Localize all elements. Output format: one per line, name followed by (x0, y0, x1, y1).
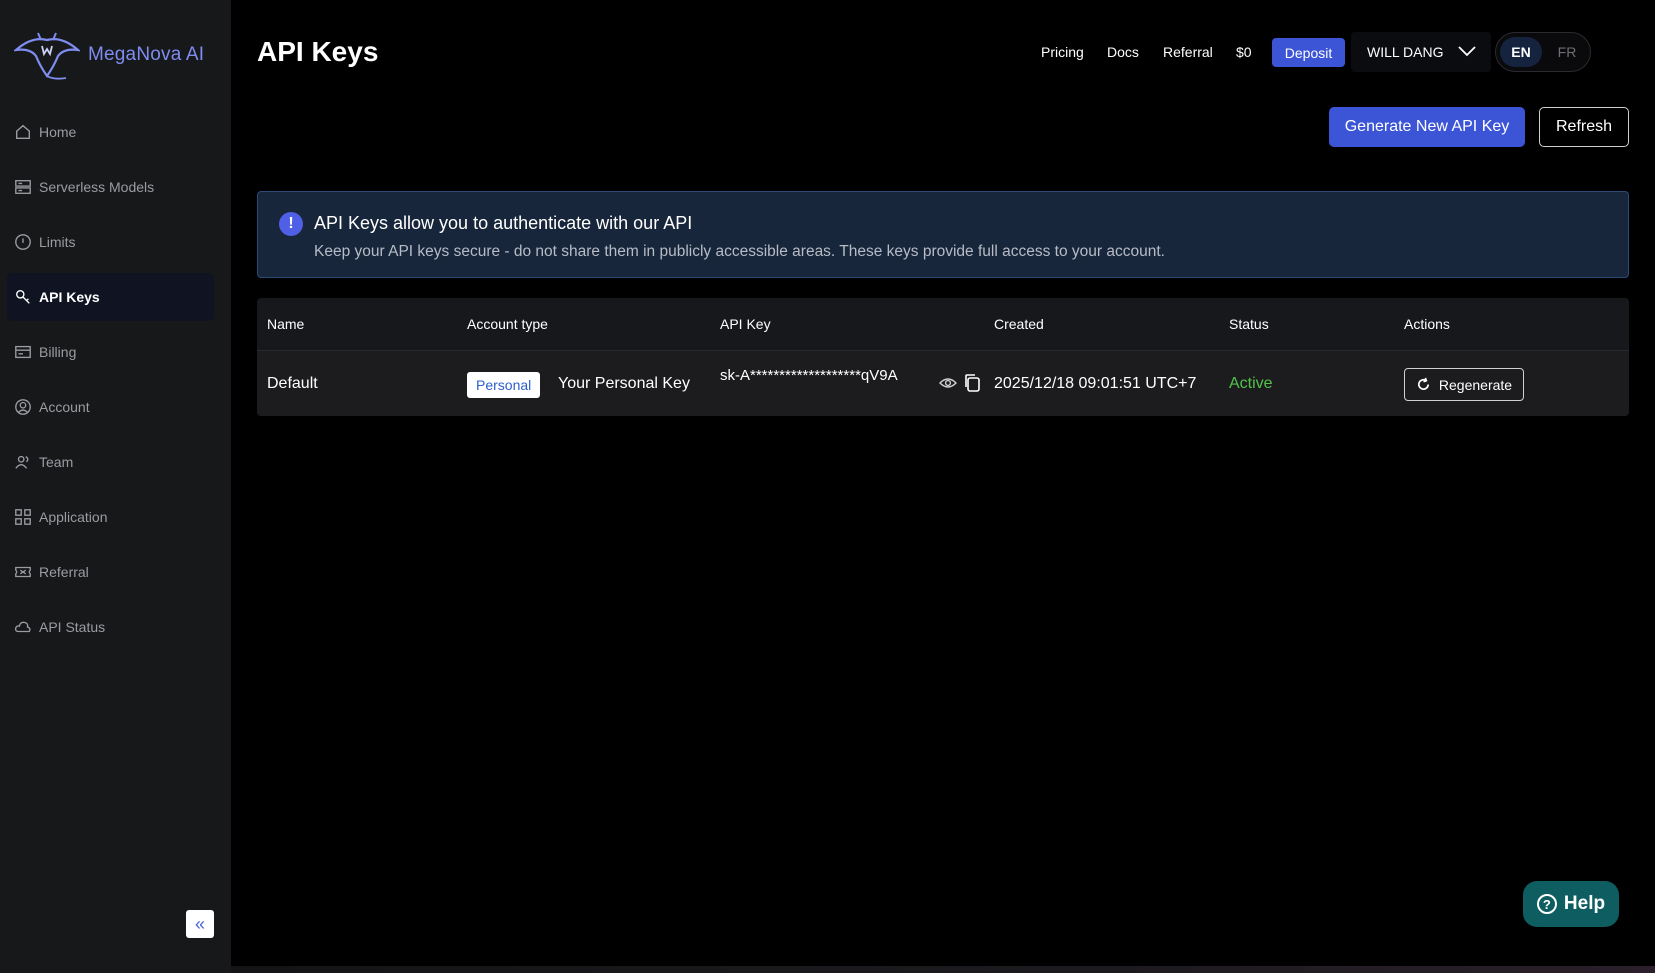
created-date: 2025/12/18 09:01:51 UTC+7 (994, 375, 1197, 392)
regenerate-label: Regenerate (1438, 376, 1513, 393)
column-header-status: Status (1229, 316, 1269, 332)
api-keys-table: Name Account type API Key Created Status… (257, 298, 1629, 416)
sidebar-item-label: Billing (39, 344, 77, 360)
question-circle-icon: ? (1536, 894, 1557, 914)
refresh-icon (1417, 377, 1429, 390)
status-badge: Active (1229, 375, 1273, 392)
sidebar-item-label: Limits (39, 234, 76, 250)
eye-icon[interactable] (939, 376, 957, 390)
column-header-actions: Actions (1404, 316, 1450, 332)
deposit-button[interactable]: Deposit (1272, 38, 1345, 67)
api-key-value: sk-A*******************qV9A (720, 367, 898, 384)
info-alert: ! API Keys allow you to authenticate wit… (257, 191, 1629, 278)
sidebar-item-team[interactable]: Team (7, 438, 214, 486)
column-header-name: Name (267, 316, 305, 332)
sidebar-item-api-keys[interactable]: API Keys (7, 273, 214, 321)
manta-ray-logo-icon (14, 32, 80, 80)
sidebar-item-label: Account (39, 399, 90, 415)
account-icon (13, 397, 33, 417)
pricing-link[interactable]: Pricing (1041, 44, 1084, 60)
column-header-api-key: API Key (720, 316, 771, 332)
sidebar-item-label: Serverless Models (39, 179, 155, 195)
main-content: API Keys Pricing Docs Referral $0 Deposi… (231, 0, 1655, 973)
sidebar-item-label: Referral (39, 564, 89, 580)
bottom-divider (231, 966, 1655, 973)
language-toggle: EN FR (1495, 32, 1591, 72)
home-icon (13, 122, 33, 142)
ticket-icon (13, 562, 33, 582)
sidebar-item-label: Team (39, 454, 74, 470)
account-type-label: Your Personal Key (558, 375, 690, 392)
key-icon (13, 287, 33, 307)
collapse-sidebar-button[interactable]: « (186, 910, 214, 938)
copy-icon[interactable] (963, 373, 981, 393)
app-root: MegaNova AI Home Serverless Models Limit… (0, 0, 1655, 973)
exclamation-icon: ! (279, 212, 303, 236)
info-icon (13, 232, 33, 252)
sidebar-item-limits[interactable]: Limits (7, 218, 214, 266)
sidebar-item-label: Home (39, 124, 77, 140)
sidebar-item-home[interactable]: Home (7, 108, 214, 156)
sidebar-item-label: API Keys (39, 289, 100, 305)
regenerate-button[interactable]: Regenerate (1404, 368, 1524, 401)
table-header: Name Account type API Key Created Status… (257, 298, 1629, 350)
docs-link[interactable]: Docs (1107, 44, 1139, 60)
key-name: Default (267, 375, 318, 392)
chevron-down-icon (1458, 46, 1476, 57)
sidebar-item-label: API Status (39, 619, 106, 635)
column-header-account-type: Account type (467, 316, 548, 332)
alert-body: Keep your API keys secure - do not share… (314, 243, 1165, 260)
help-label: Help (1563, 893, 1606, 914)
referral-link[interactable]: Referral (1163, 44, 1213, 60)
grid-icon (13, 507, 33, 527)
account-type-badge: Personal (467, 372, 541, 398)
sidebar: MegaNova AI Home Serverless Models Limit… (0, 0, 231, 973)
top-navigation: Pricing Docs Referral $0 Deposit WILL DA… (231, 32, 1655, 74)
sidebar-item-serverless-models[interactable]: Serverless Models (7, 163, 214, 211)
table-row: Default Personal Your Personal Key sk-A*… (257, 350, 1629, 416)
balance-display[interactable]: $0 (1236, 44, 1252, 60)
billing-icon (13, 342, 33, 362)
server-icon (13, 177, 33, 197)
user-name: WILL DANG (1367, 44, 1444, 60)
sidebar-item-billing[interactable]: Billing (7, 328, 214, 376)
sidebar-item-account[interactable]: Account (7, 383, 214, 431)
brand-name: MegaNova AI (88, 44, 205, 65)
cloud-icon (13, 617, 33, 637)
lang-fr-option[interactable]: FR (1546, 37, 1588, 67)
generate-api-key-button[interactable]: Generate New API Key (1329, 107, 1525, 147)
alert-title: API Keys allow you to authenticate with … (314, 213, 693, 233)
sidebar-nav: Home Serverless Models Limits API Keys B… (0, 108, 231, 658)
team-icon (13, 452, 33, 472)
help-button[interactable]: ? Help (1523, 881, 1619, 927)
user-menu-dropdown[interactable]: WILL DANG (1351, 32, 1491, 72)
brand-logo[interactable]: MegaNova AI (14, 30, 204, 80)
lang-en-option[interactable]: EN (1500, 37, 1542, 67)
column-header-created: Created (994, 316, 1044, 332)
double-chevron-left-icon: « (194, 913, 205, 934)
sidebar-item-referral[interactable]: Referral (7, 548, 214, 596)
sidebar-item-api-status[interactable]: API Status (7, 603, 214, 651)
sidebar-item-label: Application (39, 509, 108, 525)
sidebar-item-application[interactable]: Application (7, 493, 214, 541)
refresh-button[interactable]: Refresh (1539, 107, 1629, 147)
